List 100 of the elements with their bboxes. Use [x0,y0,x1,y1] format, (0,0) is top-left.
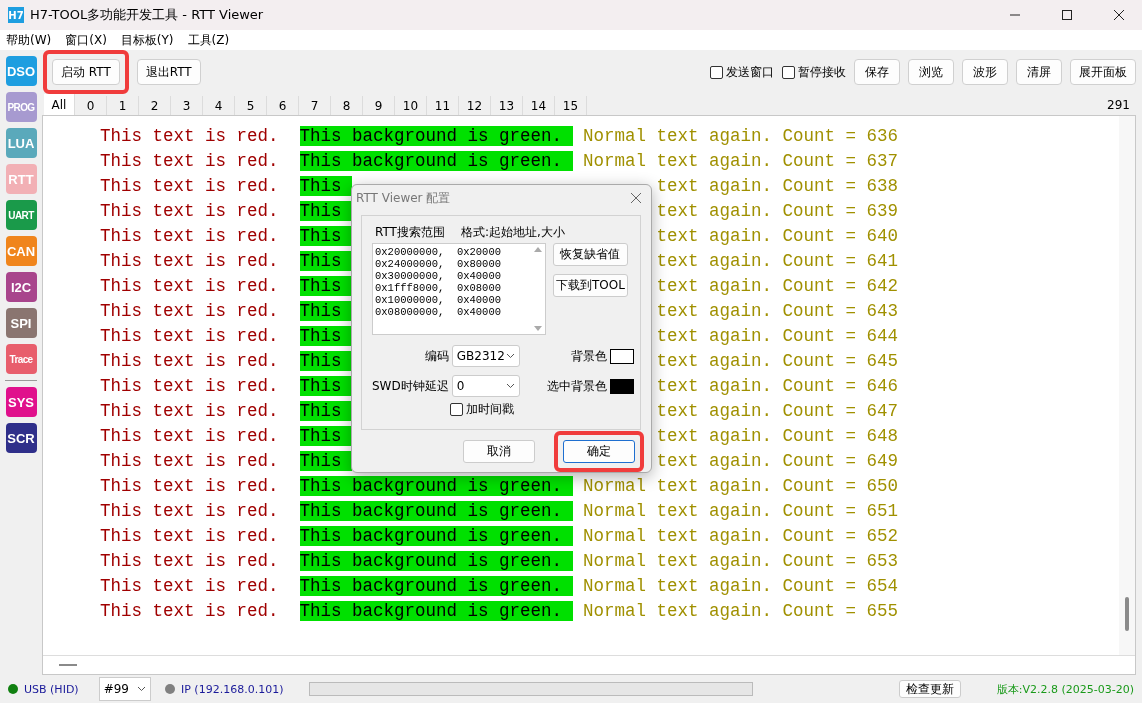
line-count: 291 [1107,97,1131,112]
terminal-text: This text is red. [100,375,279,396]
terminal-text: This [299,175,353,196]
terminal-text: This text is red. [100,300,279,321]
terminal-text: This text is red. [100,250,279,271]
terminal-text: Normal text again. Count = 655 [583,600,899,621]
module-icon[interactable]: UART [5,200,37,230]
terminal-text: This text is red. [100,475,279,496]
terminal-text: Normal text again. Count = 654 [583,575,899,596]
terminal-text: text again. Count = 644 [656,325,899,346]
module-icon[interactable]: SPI [5,308,37,338]
encoding-select[interactable]: GB2312 [451,345,520,367]
background-label: 背景色 [571,347,607,365]
version-label: 版本:V2.2.8 (2025-03-20) [996,681,1134,697]
terminal-text: This text is red. [100,425,279,446]
terminal-text: This background is green. [299,500,573,521]
range-text: 0x20000000, 0x20000 0x24000000, 0x80000 0x30000000, 0x40000 0x1fff8000, 0x08000 0x10000000, 0x40000 0x08000000, 0x40000 [374,245,503,320]
module-icon[interactable]: I2C [5,272,37,302]
terminal-text: This [299,225,353,246]
terminal-text: Normal text again. Count = 636 [583,125,899,146]
timestamp-checkbox[interactable]: 加时间戳 [450,401,636,418]
chevron-down-icon [137,686,146,692]
terminal-text: text again. Count = 645 [656,350,899,371]
terminal-text: This background is green. [299,525,573,546]
terminal-text: This text is red. [100,400,279,421]
swd-delay-select[interactable]: 0 [451,375,520,397]
toolbar-button[interactable]: 保存 [854,59,900,85]
terminal-text: This text is red. [100,225,279,246]
terminal-text: This text is red. [100,350,279,371]
terminal-text: This background is green. [299,150,573,171]
ip-status: IP (192.168.0.101) [181,682,284,696]
terminal-text: This background is green. [299,600,573,621]
terminal-text: This [299,250,353,271]
terminal-text: text again. Count = 643 [656,300,899,321]
toolbar-button[interactable]: 展开面板 [1070,59,1136,85]
toolbar-button[interactable]: 浏览 [908,59,954,85]
dialog-button[interactable]: 确定 [563,440,635,463]
terminal-text: This text is red. [100,175,279,196]
terminal-text: text again. Count = 648 [656,425,899,446]
option-checkbox[interactable]: 暂停接收 [782,63,846,81]
terminal-text: This text is red. [100,525,279,546]
terminal-text: text again. Count = 649 [656,450,899,471]
toolbar-button[interactable]: 波形 [962,59,1008,85]
terminal-text: This text is red. [100,600,279,621]
terminal-text: Normal text again. Count = 637 [583,150,899,171]
close-icon [631,193,641,203]
terminal-text: This [299,325,353,346]
terminal-text: This text is red. [100,275,279,296]
terminal-text: This [299,425,353,446]
terminal-text: This text is red. [100,550,279,571]
dialog-button[interactable]: 取消 [463,440,535,463]
format-label: 格式:起始地址,大小 [460,224,565,241]
maximize-icon [1062,10,1072,20]
terminal-text: text again. Count = 639 [656,200,899,221]
toolbar-button[interactable]: 启动 RTT [52,59,120,85]
terminal-text: This [299,300,353,321]
option-checkbox[interactable]: 发送窗口 [710,63,774,81]
range-label: RTT搜索范围 [375,224,445,241]
menu-item[interactable]: 帮助(W) [6,31,52,49]
terminal-text: This [299,275,353,296]
terminal-text: This text is red. [100,200,279,221]
dialog-button[interactable]: 下载到TOOL [553,274,628,297]
toolbar-button[interactable]: 清屏 [1016,59,1062,85]
terminal-text: text again. Count = 638 [656,175,899,196]
color-swatch[interactable] [610,348,634,364]
chevron-down-icon [505,383,515,389]
menu-item[interactable]: 窗口(X) [65,31,107,49]
terminal-text: This background is green. [299,575,573,596]
checkbox[interactable] [450,403,463,416]
swd-delay-label: SWD时钟延迟 [372,377,449,395]
menu-item[interactable]: 工具(Z) [187,31,230,49]
checkbox[interactable] [782,65,795,79]
module-icon[interactable]: SYS [5,387,37,417]
checkbox[interactable] [710,65,723,79]
usb-status: USB (HID) [24,682,79,696]
module-icon[interactable]: SCR [5,423,37,453]
dialog-button[interactable]: 恢复缺省值 [553,243,628,266]
terminal-text: text again. Count = 647 [656,400,899,421]
encoding-label: 编码 [423,347,449,365]
terminal-text: This background is green. [299,550,573,571]
terminal-text: text again. Count = 640 [656,225,899,246]
menu-item[interactable]: 目标板(Y) [120,31,174,49]
app-logo: H7 [8,7,24,23]
device-select[interactable]: #99 [98,677,151,701]
selected-background-label: 选中背景色 [547,377,607,395]
check-update-button[interactable]: 检查更新 [898,680,961,698]
terminal-text: Normal text again. Count = 653 [583,550,899,571]
terminal-text: Normal text again. Count = 652 [583,525,899,546]
terminal-text: Normal text again. Count = 651 [583,500,899,521]
toolbar-button[interactable]: 退出RTT [136,59,201,85]
chevron-down-icon [505,353,515,359]
close-icon [1114,10,1124,20]
terminal-text: This text is red. [100,575,279,596]
channel-tab[interactable]: All [44,94,75,115]
vertical-scrollbar[interactable] [1119,116,1135,655]
color-swatch[interactable] [610,378,634,394]
terminal-text: This [299,350,353,371]
terminal-text: This text is red. [100,125,279,146]
window-title: H7-TOOL多功能开发工具 - RTT Viewer [30,6,265,24]
terminal-text: This text is red. [100,325,279,346]
